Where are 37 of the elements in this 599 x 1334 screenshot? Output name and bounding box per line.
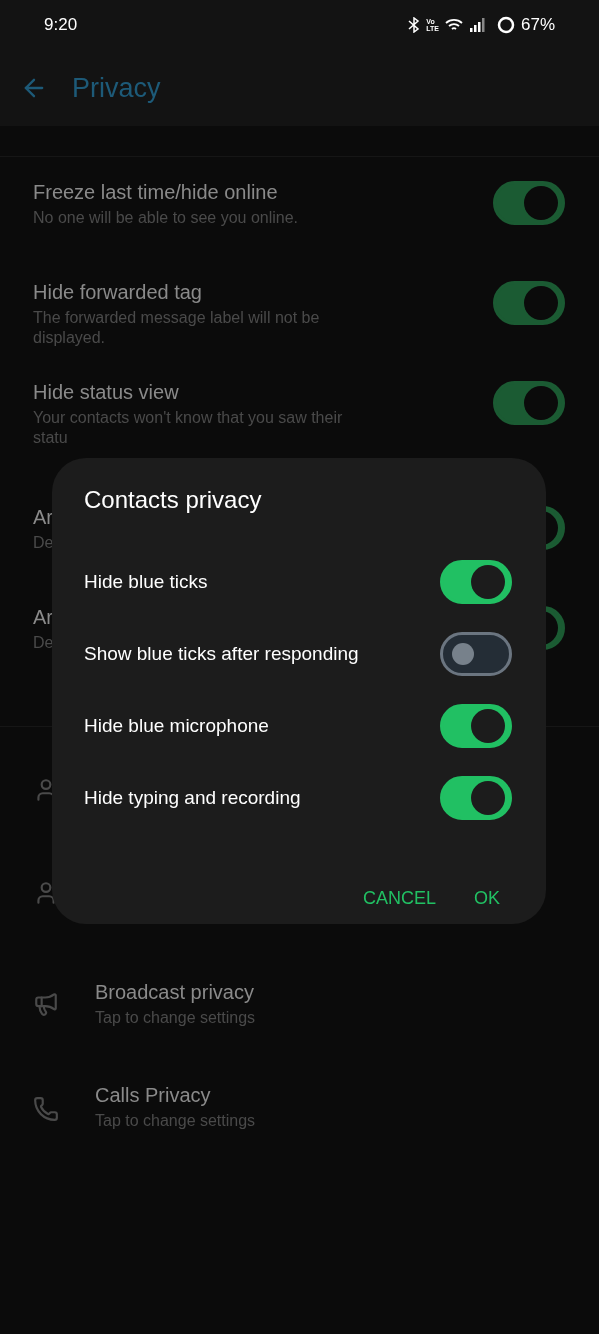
link-description: Tap to change settings bbox=[95, 1008, 257, 1028]
setting-title: Ar bbox=[33, 606, 54, 629]
toggle-switch[interactable] bbox=[440, 776, 512, 820]
option-label: Hide blue microphone bbox=[84, 715, 269, 737]
setting-title: Hide forwarded tag bbox=[33, 281, 203, 304]
battery-percent: 67% bbox=[520, 15, 555, 35]
page-title: Privacy bbox=[72, 72, 161, 104]
cancel-button[interactable]: CANCEL bbox=[354, 882, 444, 915]
ok-button[interactable]: OK bbox=[466, 882, 508, 915]
setting-description: De bbox=[33, 533, 55, 553]
option-label: Hide blue ticks bbox=[84, 571, 208, 593]
setting-title: Hide status view bbox=[33, 381, 180, 404]
toggle-switch[interactable] bbox=[440, 560, 512, 604]
setting-description: The forwarded message label will not be displayed. bbox=[33, 308, 321, 348]
option-label: Hide typing and recording bbox=[84, 787, 301, 809]
wifi-icon bbox=[444, 18, 463, 32]
option-label: Show blue ticks after responding bbox=[84, 643, 359, 665]
setting-title: Freeze last time/hide online bbox=[33, 181, 279, 204]
toggle-switch[interactable] bbox=[493, 181, 565, 225]
toggle-switch[interactable] bbox=[440, 704, 512, 748]
link-title[interactable]: Broadcast privacy bbox=[95, 981, 566, 1004]
bluetooth-icon bbox=[408, 17, 421, 33]
setting-description: De bbox=[33, 633, 55, 653]
megaphone-icon bbox=[33, 991, 59, 1017]
toggle-switch[interactable] bbox=[493, 381, 565, 425]
toggle-switch[interactable] bbox=[493, 281, 565, 325]
setting-description: No one will be able to see you online. bbox=[33, 208, 300, 228]
battery-ring-icon bbox=[496, 16, 515, 34]
link-description: Tap to change settings bbox=[95, 1111, 257, 1131]
status-time: 9:20 bbox=[44, 15, 78, 35]
dialog-title: Contacts privacy bbox=[84, 486, 263, 514]
phone-icon bbox=[33, 1096, 59, 1122]
toggle-switch[interactable] bbox=[440, 632, 512, 676]
setting-description: Your contacts won't know that you saw their statu bbox=[33, 408, 344, 448]
setting-title: Ar bbox=[33, 506, 54, 529]
signal-icon bbox=[468, 18, 485, 32]
link-title[interactable]: Calls Privacy bbox=[95, 1084, 566, 1107]
